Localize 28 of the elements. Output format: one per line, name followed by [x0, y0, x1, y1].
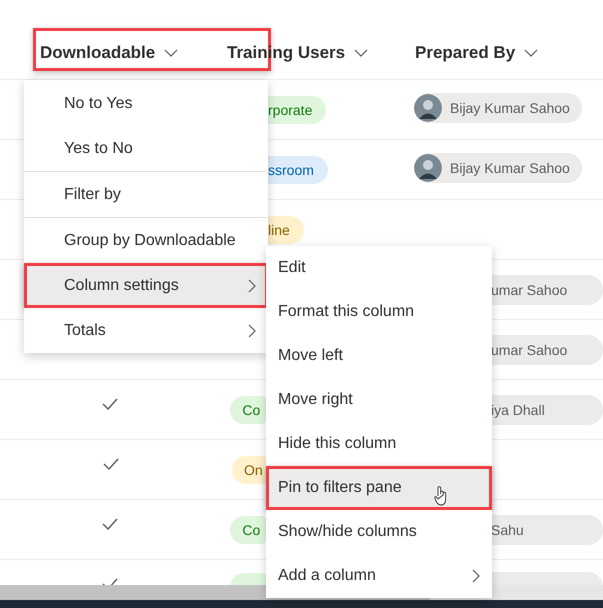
menu-item[interactable]: Format this column — [266, 290, 492, 334]
menu-item[interactable]: Add a column — [266, 554, 492, 598]
column-header[interactable]: Downloadable — [40, 42, 178, 62]
person-name: iya Dhall — [491, 402, 545, 418]
chevron-down-icon — [164, 48, 178, 56]
menu-item[interactable]: Filter by — [24, 172, 268, 217]
menu-item[interactable]: Totals — [24, 308, 268, 353]
menu-item[interactable]: Move right — [266, 378, 492, 422]
menu-item[interactable]: Hide this column — [266, 422, 492, 466]
menu-item[interactable]: Column settings — [24, 263, 268, 308]
menu-item[interactable]: Yes to No — [24, 126, 268, 171]
menu-item[interactable]: Edit — [266, 246, 492, 290]
menu-item[interactable]: No to Yes — [24, 81, 268, 126]
chevron-right-icon — [248, 278, 256, 292]
chevron-down-icon — [354, 48, 368, 56]
menu-item[interactable]: Move left — [266, 334, 492, 378]
person-name: umar Sahoo — [491, 342, 568, 358]
person-name: Bijay Kumar Sahoo — [450, 160, 570, 176]
menu-item[interactable]: Group by Downloadable — [24, 218, 268, 263]
person-name: Sahu — [491, 522, 524, 538]
chevron-down-icon — [524, 48, 538, 56]
person-name: umar Sahoo — [491, 282, 568, 298]
column-header[interactable]: Prepared By — [415, 42, 538, 62]
menu-item[interactable]: Show/hide columns — [266, 510, 492, 554]
chevron-right-icon — [472, 569, 480, 583]
menu-item[interactable]: Pin to filters pane — [266, 466, 492, 510]
person-name: Bijay Kumar Sahoo — [450, 100, 570, 116]
chevron-right-icon — [248, 324, 256, 338]
